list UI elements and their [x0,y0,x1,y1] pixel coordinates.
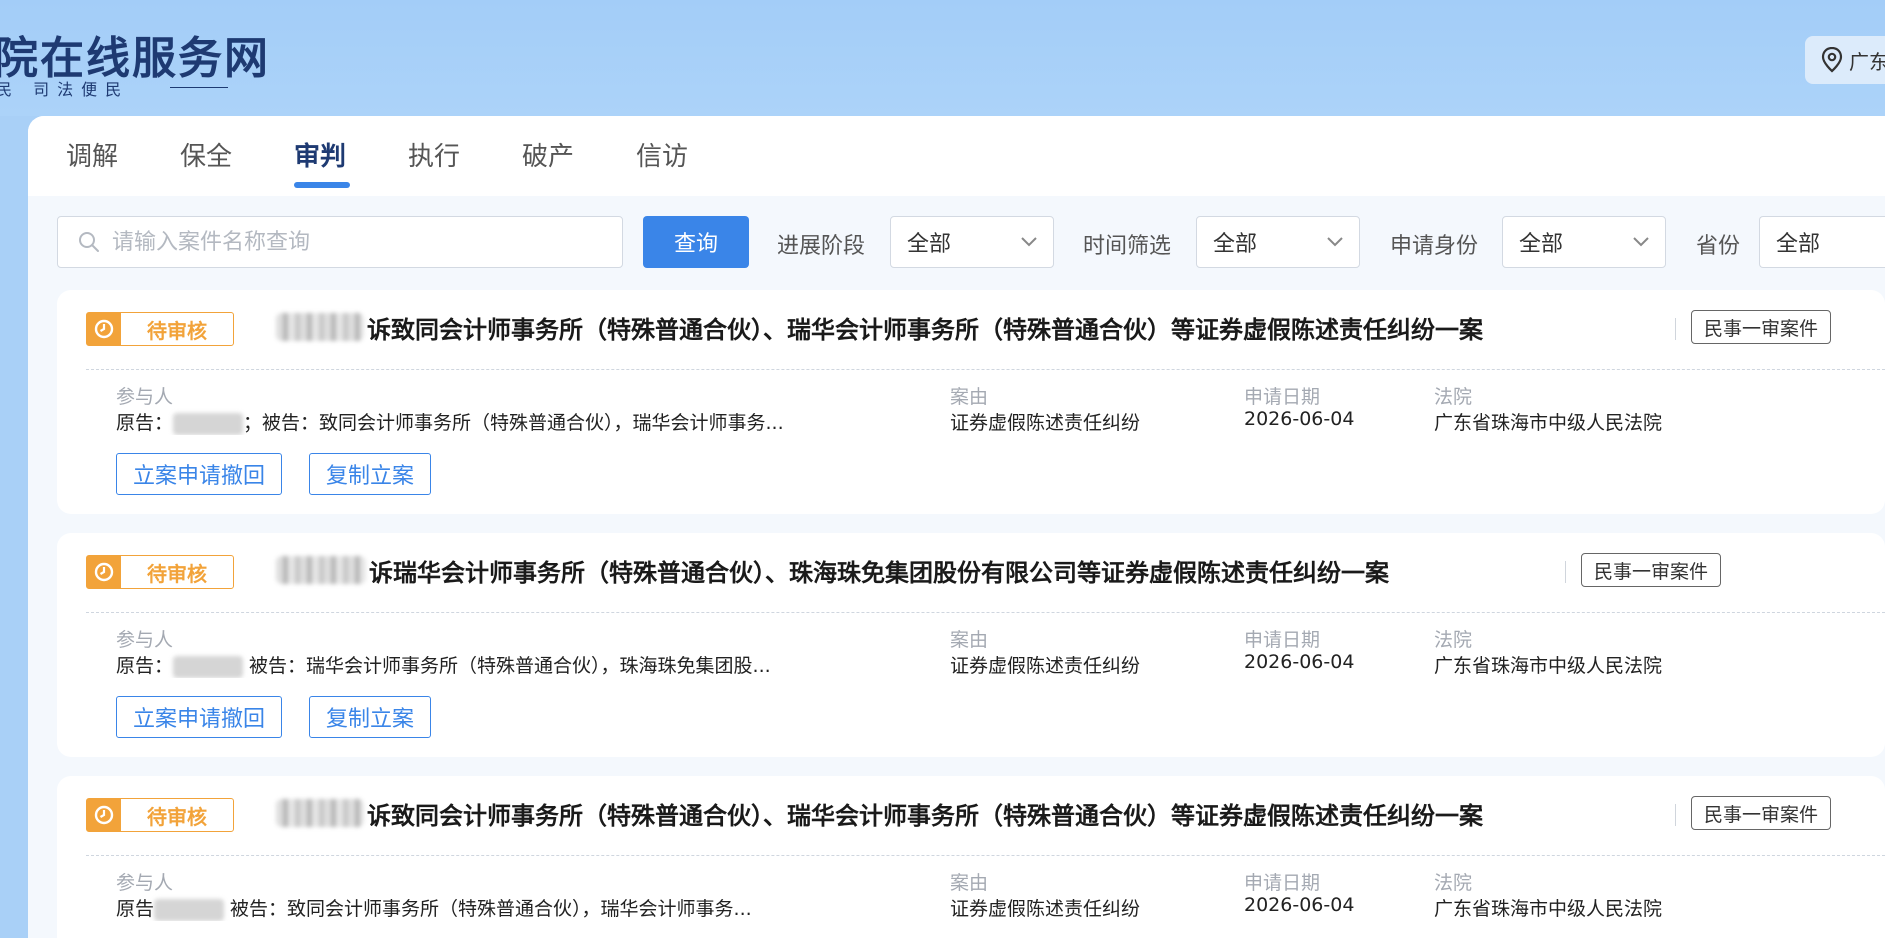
time-select-value: 全部 [1213,232,1258,257]
court-label: 法院 [1434,872,1473,894]
date-value: 2026-06-04 [1244,408,1355,430]
court-value: 广东省珠海市中级人民法院 [1434,898,1663,920]
cause-value: 证券虚假陈述责任纠纷 [950,898,1141,920]
province-select-value: 全部 [1776,232,1821,257]
plaintiff-prefix: 原告： [116,412,174,434]
defendants-text: ；被告：致同会计师事务所（特殊普通合伙），瑞华会计师事务... [243,412,784,434]
site-slogan: 民 司法便民 [0,80,130,99]
redacted-plaintiff [173,412,244,435]
search-input[interactable] [112,229,592,255]
cause-label: 案由 [950,872,989,894]
party-label: 参与人 [116,629,174,651]
chevron-down-icon [1327,237,1343,247]
case-type-tag: 民事一审案件 [1691,796,1832,830]
filter-row: 查询 进展阶段 全部 时间筛选 全部 申请身份 全部 省份 全部 [28,216,1885,268]
copy-filing-button[interactable]: 复制立案 [309,453,432,495]
case-title[interactable]: 诉致同会计师事务所（特殊普通合伙）、瑞华会计师事务所（特殊普通合伙）等证券虚假陈… [367,310,1483,345]
plaintiff-prefix: 原告 [116,898,155,920]
card-divider [86,369,1885,370]
search-box[interactable] [57,216,623,268]
date-value: 2026-06-04 [1244,651,1355,673]
defendants-text: 被告：瑞华会计师事务所（特殊普通合伙），珠海珠免集团股... [243,655,771,677]
copy-filing-button[interactable]: 复制立案 [309,696,432,738]
time-filter-label: 时间筛选 [1083,234,1172,259]
status-badge: 待审核 [86,798,234,832]
party-label: 参与人 [116,872,174,894]
search-icon [79,232,99,252]
location-pin-icon [1821,47,1843,73]
case-title[interactable]: 诉瑞华会计师事务所（特殊普通合伙）、珠海珠免集团股份有限公司等证券虚假陈述责任纠… [369,553,1389,588]
card-divider [86,612,1885,613]
status-badge: 待审核 [86,312,234,346]
tab-bankruptcy[interactable]: 破产 [522,136,574,173]
chevron-down-icon [1633,237,1649,247]
cause-value: 证券虚假陈述责任纠纷 [950,655,1141,677]
stage-filter-label: 进展阶段 [777,234,866,259]
title-divider [1675,804,1676,826]
slogan-divider [170,87,228,88]
party-label: 参与人 [116,386,174,408]
case-card[interactable]: 待审核 诉致同会计师事务所（特殊普通合伙）、瑞华会计师事务所（特殊普通合伙）等证… [57,290,1885,514]
redacted-plaintiff-name [276,799,364,827]
withdraw-filing-button[interactable]: 立案申请撤回 [116,453,283,495]
date-label: 申请日期 [1244,872,1321,894]
cause-label: 案由 [950,386,989,408]
title-divider [1565,561,1566,583]
party-value: 原告 被告：致同会计师事务所（特殊普通合伙），瑞华会计师事务... [116,894,816,921]
redacted-plaintiff-name [276,556,366,584]
identity-filter-label: 申请身份 [1390,234,1479,259]
cause-value: 证券虚假陈述责任纠纷 [950,412,1141,434]
identity-select-value: 全部 [1519,232,1564,257]
redacted-plaintiff [154,898,225,921]
case-card[interactable]: 待审核 诉瑞华会计师事务所（特殊普通合伙）、珠海珠免集团股份有限公司等证券虚假陈… [57,533,1885,757]
site-header: 院在线服务网 民 司法便民 广东 [0,0,1885,116]
case-type-tag: 民事一审案件 [1691,310,1832,344]
tab-preservation[interactable]: 保全 [180,136,232,173]
tab-petition[interactable]: 信访 [636,136,688,173]
clock-icon [87,556,121,588]
query-button[interactable]: 查询 [643,216,749,268]
court-value: 广东省珠海市中级人民法院 [1434,655,1663,677]
clock-icon [87,799,121,831]
tab-execution[interactable]: 执行 [408,136,460,173]
chevron-down-icon [1021,237,1037,247]
main-panel: 调解 保全 审判 执行 破产 信访 查询 进展阶段 全部 时间筛选 全部 申请身… [28,116,1885,938]
case-type-tag: 民事一审案件 [1581,553,1722,587]
status-label: 待审核 [147,561,207,586]
court-label: 法院 [1434,629,1473,651]
date-label: 申请日期 [1244,386,1321,408]
location-selector[interactable]: 广东 [1805,36,1885,84]
case-title[interactable]: 诉致同会计师事务所（特殊普通合伙）、瑞华会计师事务所（特殊普通合伙）等证券虚假陈… [367,796,1483,831]
active-tab-indicator [294,182,350,188]
court-label: 法院 [1434,386,1473,408]
redacted-plaintiff [173,655,244,678]
withdraw-filing-button[interactable]: 立案申请撤回 [116,696,283,738]
clock-icon [87,313,121,345]
stage-select[interactable]: 全部 [890,216,1054,268]
province-select[interactable]: 全部 [1759,216,1885,268]
tab-trial[interactable]: 审判 [294,136,346,173]
category-tabs: 调解 保全 审判 执行 破产 信访 [28,116,1885,196]
date-value: 2026-06-04 [1244,894,1355,916]
plaintiff-prefix: 原告： [116,655,174,677]
status-label: 待审核 [147,318,207,343]
party-value: 原告： ；被告：致同会计师事务所（特殊普通合伙），瑞华会计师事务... [116,408,816,435]
province-filter-label: 省份 [1696,234,1741,259]
defendants-text: 被告：致同会计师事务所（特殊普通合伙），瑞华会计师事务... [224,898,752,920]
location-label: 广东 [1849,49,1885,74]
status-label: 待审核 [147,804,207,829]
party-value: 原告： 被告：瑞华会计师事务所（特殊普通合伙），珠海珠免集团股... [116,651,816,678]
time-select[interactable]: 全部 [1196,216,1360,268]
case-card[interactable]: 待审核 诉致同会计师事务所（特殊普通合伙）、瑞华会计师事务所（特殊普通合伙）等证… [57,776,1885,938]
redacted-plaintiff-name [276,313,364,341]
tab-mediation[interactable]: 调解 [66,136,118,173]
court-value: 广东省珠海市中级人民法院 [1434,412,1663,434]
cause-label: 案由 [950,629,989,651]
identity-select[interactable]: 全部 [1502,216,1666,268]
status-badge: 待审核 [86,555,234,589]
date-label: 申请日期 [1244,629,1321,651]
card-divider [86,855,1885,856]
title-divider [1675,318,1676,340]
stage-select-value: 全部 [907,232,952,257]
